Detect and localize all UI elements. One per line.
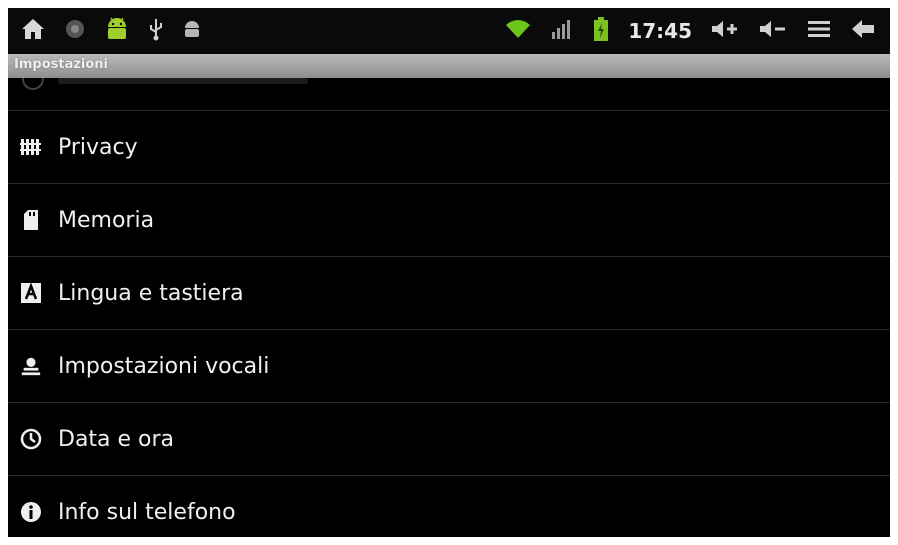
- status-time: 17:45: [628, 19, 692, 43]
- notification-icons: [8, 15, 202, 47]
- keyboard-language-icon: [20, 282, 42, 304]
- menu-icon[interactable]: [806, 18, 832, 44]
- clock-icon: [20, 428, 42, 450]
- privacy-icon: [20, 136, 42, 158]
- settings-item-data-ora[interactable]: Data e ora: [8, 403, 890, 476]
- settings-item-impostazioni-vocali[interactable]: Impostazioni vocali: [8, 330, 890, 403]
- system-tray: 17:45: [504, 16, 890, 46]
- status-bar: 17:45: [8, 8, 890, 54]
- page-title: Impostazioni: [14, 57, 109, 72]
- settings-item-label: Memoria: [58, 207, 155, 233]
- settings-item-label: Info sul telefono: [58, 499, 236, 525]
- settings-item-label: Privacy: [58, 134, 138, 160]
- memory-card-icon: [20, 209, 42, 231]
- partial-item-icon: [22, 78, 44, 90]
- title-bar: Impostazioni: [8, 54, 890, 78]
- device-screen: 17:45 Impostazioni Privacy Memoria Lingu…: [8, 8, 890, 537]
- settings-list[interactable]: Privacy Memoria Lingua e tastiera Impost…: [8, 78, 890, 537]
- info-icon: [20, 501, 42, 523]
- settings-item-label: Impostazioni vocali: [58, 353, 270, 379]
- signal-icon: [550, 18, 574, 44]
- camera-icon: [64, 18, 86, 44]
- volume-up-icon[interactable]: [710, 18, 740, 44]
- android-icon: [104, 15, 130, 47]
- home-icon[interactable]: [20, 17, 46, 45]
- settings-item-info-telefono[interactable]: Info sul telefono: [8, 476, 890, 537]
- wifi-icon: [504, 18, 532, 44]
- voice-settings-icon: [20, 355, 42, 377]
- usb-icon: [148, 17, 164, 45]
- android-debug-icon: [182, 19, 202, 43]
- partial-item-text: [58, 78, 308, 84]
- volume-down-icon[interactable]: [758, 18, 788, 44]
- settings-item-label: Lingua e tastiera: [58, 280, 244, 306]
- settings-item-privacy[interactable]: Privacy: [8, 111, 890, 184]
- partially-visible-list-item[interactable]: [8, 78, 890, 111]
- settings-item-label: Data e ora: [58, 426, 175, 452]
- battery-icon: [592, 16, 610, 46]
- back-icon[interactable]: [850, 18, 876, 44]
- settings-item-memoria[interactable]: Memoria: [8, 184, 890, 257]
- settings-item-lingua[interactable]: Lingua e tastiera: [8, 257, 890, 330]
